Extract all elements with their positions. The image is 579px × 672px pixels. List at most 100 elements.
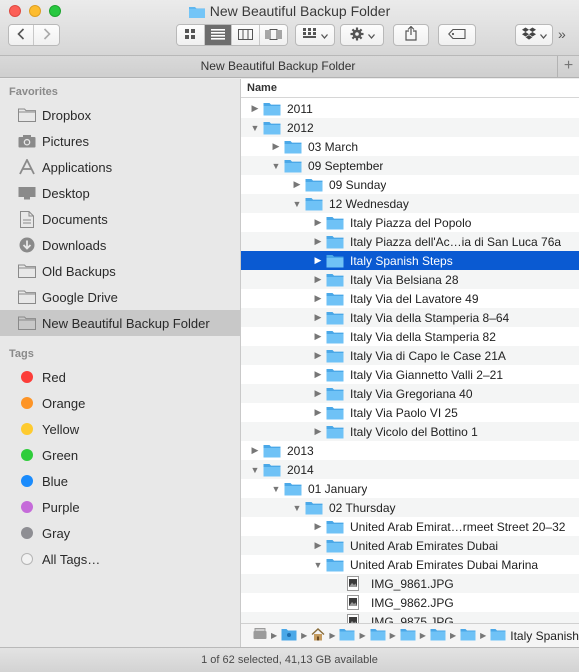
path-segment[interactable] — [253, 628, 267, 643]
sidebar-item-documents[interactable]: Documents — [0, 206, 240, 232]
sidebar-item-label: Downloads — [42, 237, 107, 253]
disclosure-triangle-open-icon[interactable]: ▼ — [271, 161, 281, 171]
sidebar-item-pictures[interactable]: Pictures — [0, 128, 240, 154]
column-view-button[interactable] — [232, 25, 260, 45]
tag-item-blue[interactable]: Blue — [0, 468, 240, 494]
disclosure-triangle-closed-icon[interactable]: ▶ — [313, 236, 323, 247]
folder-row[interactable]: ▼ United Arab Emirates Dubai Marina — [241, 555, 579, 574]
folder-row[interactable]: ▶ 03 March — [241, 137, 579, 156]
disclosure-triangle-open-icon[interactable]: ▼ — [250, 465, 260, 475]
disclosure-triangle-closed-icon[interactable]: ▶ — [271, 141, 281, 152]
disclosure-triangle-closed-icon[interactable]: ▶ — [292, 179, 302, 190]
folder-row[interactable]: ▶ Italy Via Gregoriana 40 — [241, 384, 579, 403]
path-segment[interactable]: Italy Spanish Steps — [490, 628, 579, 644]
folder-row[interactable]: ▶ 2011 — [241, 99, 579, 118]
folder-row[interactable]: ▼ 02 Thursday — [241, 498, 579, 517]
disclosure-triangle-closed-icon[interactable]: ▶ — [313, 293, 323, 304]
disclosure-triangle-open-icon[interactable]: ▼ — [250, 123, 260, 133]
folder-row[interactable]: ▶ Italy Via Paolo VI 25 — [241, 403, 579, 422]
arrange-button[interactable] — [295, 24, 335, 46]
folder-row[interactable]: ▼ 09 September — [241, 156, 579, 175]
dropbox-button[interactable] — [515, 24, 553, 46]
tag-label: Blue — [42, 473, 69, 489]
sidebar-item-applications[interactable]: Applications — [0, 154, 240, 180]
row-label: 2013 — [287, 443, 314, 458]
sidebar-item-new-beautiful-backup-folder[interactable]: New Beautiful Backup Folder — [0, 310, 240, 336]
icon-view-button[interactable] — [177, 25, 205, 45]
list-view-button[interactable] — [204, 25, 233, 45]
sidebar-item-old-backups[interactable]: Old Backups — [0, 258, 240, 284]
sidebar-item-downloads[interactable]: Downloads — [0, 232, 240, 258]
sidebar-item-desktop[interactable]: Desktop — [0, 180, 240, 206]
icon-view-icon — [184, 28, 196, 43]
folder-row[interactable]: ▶ Italy Via di Capo le Case 21A — [241, 346, 579, 365]
folder-row[interactable]: ▼ 12 Wednesday — [241, 194, 579, 213]
file-row[interactable]: IMG_9862.JPG — [241, 593, 579, 612]
path-segment[interactable] — [370, 628, 386, 644]
folder-icon — [326, 386, 346, 401]
tag-button[interactable] — [438, 24, 476, 46]
folder-row[interactable]: ▼ 2014 — [241, 460, 579, 479]
disclosure-triangle-open-icon[interactable]: ▼ — [271, 484, 281, 494]
folder-row[interactable]: ▶ Italy Piazza del Popolo — [241, 213, 579, 232]
disclosure-triangle-closed-icon[interactable]: ▶ — [313, 255, 323, 266]
folder-row[interactable]: ▶ Italy Vicolo del Bottino 1 — [241, 422, 579, 441]
file-row[interactable]: IMG_9861.JPG — [241, 574, 579, 593]
folder-row[interactable]: ▶ 09 Sunday — [241, 175, 579, 194]
folder-row[interactable]: ▼ 01 January — [241, 479, 579, 498]
sidebar-item-google-drive[interactable]: Google Drive — [0, 284, 240, 310]
disclosure-triangle-closed-icon[interactable]: ▶ — [313, 331, 323, 342]
folder-row[interactable]: ▶ Italy Via della Stamperia 82 — [241, 327, 579, 346]
file-row[interactable]: IMG_9875.JPG — [241, 612, 579, 623]
action-button[interactable] — [340, 24, 384, 46]
toolbar-overflow-button[interactable]: » — [558, 26, 566, 42]
tag-item-purple[interactable]: Purple — [0, 494, 240, 520]
disclosure-triangle-closed-icon[interactable]: ▶ — [313, 369, 323, 380]
disclosure-triangle-closed-icon[interactable]: ▶ — [313, 388, 323, 399]
forward-button[interactable] — [34, 25, 59, 45]
tag-item-green[interactable]: Green — [0, 442, 240, 468]
disclosure-triangle-open-icon[interactable]: ▼ — [292, 503, 302, 513]
folder-row[interactable]: ▶ Italy Via della Stamperia 8–64 — [241, 308, 579, 327]
folder-row[interactable]: ▶ United Arab Emirates Dubai — [241, 536, 579, 555]
folder-row[interactable]: ▶ United Arab Emirat…rmeet Street 20–32 — [241, 517, 579, 536]
path-segment[interactable] — [311, 627, 325, 644]
folder-row[interactable]: ▼ 2012 — [241, 118, 579, 137]
path-segment[interactable] — [460, 628, 476, 644]
disclosure-triangle-open-icon[interactable]: ▼ — [292, 199, 302, 209]
tab-current[interactable]: New Beautiful Backup Folder — [0, 56, 556, 78]
path-segment[interactable] — [339, 628, 355, 644]
disclosure-triangle-closed-icon[interactable]: ▶ — [313, 407, 323, 418]
tag-item-orange[interactable]: Orange — [0, 390, 240, 416]
tag-item-all-tags[interactable]: All Tags… — [0, 546, 240, 572]
column-header-name[interactable]: Name — [241, 79, 579, 98]
path-segment[interactable] — [281, 628, 297, 644]
folder-icon — [326, 557, 346, 572]
sidebar-item-dropbox[interactable]: Dropbox — [0, 102, 240, 128]
tag-item-gray[interactable]: Gray — [0, 520, 240, 546]
folder-row[interactable]: ▶ Italy Via Belsiana 28 — [241, 270, 579, 289]
cover-flow-view-button[interactable] — [259, 25, 287, 45]
folder-row[interactable]: ▶ 2013 — [241, 441, 579, 460]
path-segment[interactable] — [400, 628, 416, 644]
share-button[interactable] — [393, 24, 429, 46]
tag-item-yellow[interactable]: Yellow — [0, 416, 240, 442]
disclosure-triangle-open-icon[interactable]: ▼ — [313, 560, 323, 570]
folder-row[interactable]: ▶ Italy Piazza dell'Ac…ia di San Luca 76a — [241, 232, 579, 251]
folder-row[interactable]: ▶ Italy Spanish Steps — [241, 251, 579, 270]
new-tab-button[interactable]: + — [557, 56, 579, 78]
disclosure-triangle-closed-icon[interactable]: ▶ — [313, 521, 323, 532]
folder-row[interactable]: ▶ Italy Via Giannetto Valli 2–21 — [241, 365, 579, 384]
back-button[interactable] — [9, 25, 35, 45]
folder-row[interactable]: ▶ Italy Via del Lavatore 49 — [241, 289, 579, 308]
disclosure-triangle-closed-icon[interactable]: ▶ — [313, 312, 323, 323]
path-segment[interactable] — [430, 628, 446, 644]
disclosure-triangle-closed-icon[interactable]: ▶ — [313, 540, 323, 551]
tag-item-red[interactable]: Red — [0, 364, 240, 390]
disclosure-triangle-closed-icon[interactable]: ▶ — [250, 103, 260, 114]
disclosure-triangle-closed-icon[interactable]: ▶ — [250, 445, 260, 456]
disclosure-triangle-closed-icon[interactable]: ▶ — [313, 274, 323, 285]
disclosure-triangle-closed-icon[interactable]: ▶ — [313, 350, 323, 361]
disclosure-triangle-closed-icon[interactable]: ▶ — [313, 426, 323, 437]
disclosure-triangle-closed-icon[interactable]: ▶ — [313, 217, 323, 228]
